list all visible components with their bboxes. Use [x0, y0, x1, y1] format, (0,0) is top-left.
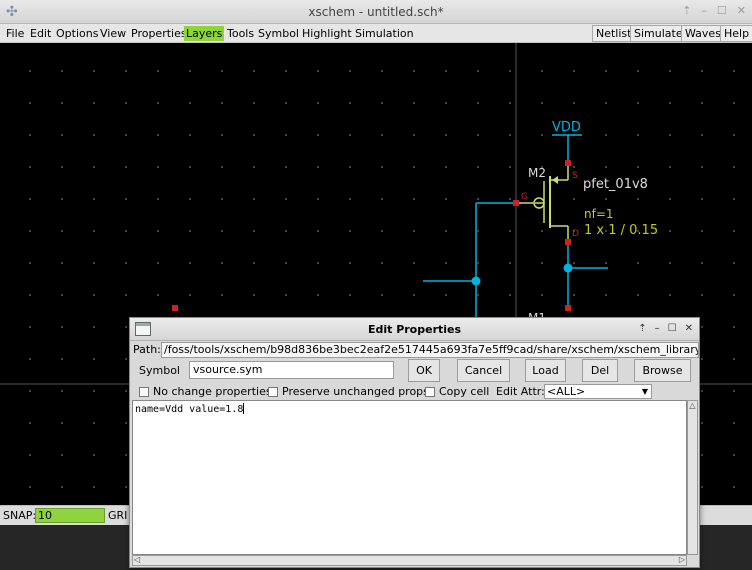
- menu-options[interactable]: Options: [54, 26, 100, 41]
- scroll-right-icon[interactable]: ▷: [679, 555, 685, 564]
- m2-pin-d: D: [572, 229, 579, 239]
- menu-view[interactable]: View: [98, 26, 128, 41]
- checkbox-box[interactable]: [268, 386, 278, 397]
- m2-pin-s: S: [572, 171, 578, 181]
- properties-textarea[interactable]: name=Vdd value=1.8: [132, 400, 687, 555]
- menu-edit[interactable]: Edit: [28, 26, 53, 41]
- menu-simulation[interactable]: Simulation: [353, 26, 416, 41]
- m2-pin-g: G: [521, 192, 528, 202]
- netlist-button[interactable]: Netlist: [592, 25, 636, 42]
- menu-tools[interactable]: Tools: [225, 26, 256, 41]
- edit-attr-value: <ALL>: [547, 385, 586, 398]
- menubar: File Edit Options View Properties Layers…: [0, 24, 752, 43]
- menu-file[interactable]: File: [4, 26, 26, 41]
- cancel-button[interactable]: Cancel: [457, 359, 510, 382]
- window-keep-above-icon[interactable]: ⇡: [682, 4, 691, 17]
- preserve-unchanged-props-checkbox[interactable]: Preserve unchanged props: [268, 385, 429, 398]
- m2-model: pfet_01v8: [583, 177, 648, 192]
- load-button[interactable]: Load: [525, 359, 566, 382]
- vsource-pin: [172, 305, 178, 311]
- menu-layers[interactable]: Layers: [184, 26, 225, 41]
- no-change-properties-checkbox[interactable]: No change properties: [139, 385, 272, 398]
- m1-drain-pin: [565, 305, 571, 311]
- properties-text: name=Vdd value=1.8: [135, 404, 244, 415]
- horizontal-scrollbar[interactable]: ◁ ▷: [132, 555, 687, 566]
- symbol-label: Symbol: [139, 364, 180, 377]
- menu-properties[interactable]: Properties: [129, 26, 189, 41]
- dialog-maximize-icon[interactable]: ☐: [668, 323, 677, 334]
- window-minimize-icon[interactable]: –: [701, 4, 707, 17]
- window-title: xschem - untitled.sch*: [308, 5, 444, 19]
- vdd-label: VDD: [552, 120, 581, 135]
- checkbox-label: Preserve unchanged props: [282, 385, 429, 398]
- text-caret: [243, 403, 245, 414]
- menu-highlight[interactable]: Highlight: [300, 26, 354, 41]
- menu-symbol[interactable]: Symbol: [256, 26, 301, 41]
- m2-size: 1 x 1 / 0.15: [584, 223, 658, 238]
- waves-button[interactable]: Waves: [681, 25, 725, 42]
- input-junction: [471, 276, 481, 286]
- grid-label: GRI: [108, 509, 128, 522]
- copy-cell-checkbox[interactable]: Copy cell: [425, 385, 489, 398]
- m2-gate-pin: [513, 200, 519, 206]
- path-field[interactable]: /foss/tools/xschem/b98d836be3bec2eaf2e51…: [161, 342, 699, 358]
- m2-drain-pin: [565, 239, 571, 245]
- edit-attr-select[interactable]: <ALL> ▼: [544, 384, 652, 399]
- window-close-icon[interactable]: ✕: [737, 4, 746, 17]
- browse-button[interactable]: Browse: [634, 359, 691, 382]
- dialog-minimize-icon[interactable]: –: [655, 323, 660, 334]
- window-titlebar: ✣ xschem - untitled.sch* ⇡ – ☐ ✕: [0, 0, 752, 24]
- edit-attr-label: Edit Attr:: [496, 385, 545, 398]
- edit-properties-dialog: Edit Properties ⇡ – ☐ ✕ Path: /foss/tool…: [129, 317, 700, 568]
- checkbox-label: No change properties: [153, 385, 272, 398]
- window-maximize-icon[interactable]: ☐: [717, 4, 727, 17]
- snap-label: SNAP:: [3, 509, 37, 522]
- help-button[interactable]: Help: [720, 25, 752, 42]
- vertical-scrollbar[interactable]: △: [687, 400, 698, 555]
- dialog-close-icon[interactable]: ✕: [685, 323, 693, 334]
- symbol-input[interactable]: vsource.sym: [189, 361, 394, 379]
- checkbox-box[interactable]: [425, 386, 435, 397]
- dialog-controls: ⇡ – ☐ ✕: [638, 323, 693, 334]
- checkbox-label: Copy cell: [439, 385, 490, 398]
- snap-input[interactable]: 10: [35, 508, 105, 523]
- scroll-left-icon[interactable]: ◁: [134, 555, 140, 564]
- m2-source-pin: [565, 160, 571, 166]
- output-junction: [563, 263, 573, 273]
- window-controls: ⇡ – ☐ ✕: [682, 4, 746, 17]
- m2-nf: nf=1: [584, 207, 614, 221]
- path-label: Path:: [133, 343, 161, 356]
- dialog-keep-above-icon[interactable]: ⇡: [638, 323, 646, 334]
- dropdown-arrow-icon[interactable]: ▼: [640, 386, 650, 397]
- dialog-titlebar: Edit Properties ⇡ – ☐ ✕: [130, 318, 699, 341]
- simulate-button[interactable]: Simulate: [630, 25, 687, 42]
- scroll-up-icon[interactable]: △: [688, 401, 697, 411]
- dialog-title: Edit Properties: [367, 323, 462, 336]
- checkbox-box[interactable]: [139, 386, 149, 397]
- ok-button[interactable]: OK: [408, 359, 440, 382]
- m2-label: M2: [528, 166, 546, 180]
- del-button[interactable]: Del: [582, 359, 618, 382]
